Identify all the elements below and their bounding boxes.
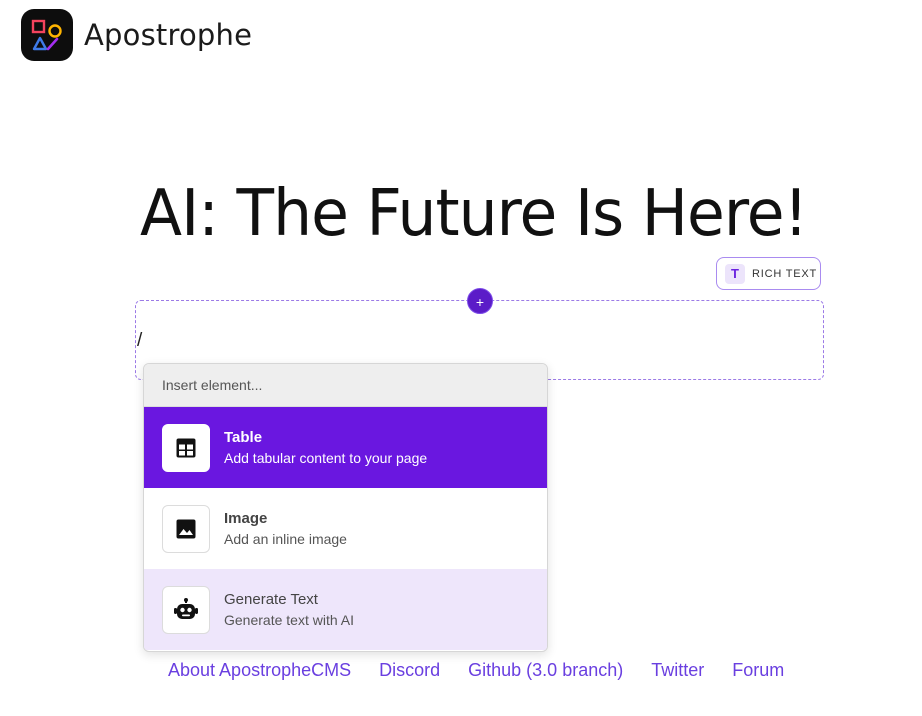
text-icon: T: [725, 263, 745, 284]
footer-link-about[interactable]: About ApostropheCMS: [168, 660, 351, 681]
insert-element-menu: Insert element... Table Add tabular cont…: [143, 363, 548, 652]
rich-text-widget-badge[interactable]: T RICH TEXT: [716, 257, 821, 290]
brand-logo[interactable]: Apostrophe: [21, 9, 252, 61]
robot-icon: [162, 585, 210, 634]
page-title[interactable]: AI: The Future Is Here!: [140, 172, 808, 256]
menu-item-description: Add an inline image: [224, 530, 347, 547]
menu-item-title: Generate Text: [224, 590, 318, 608]
add-widget-button[interactable]: +: [467, 288, 493, 314]
insert-menu-item-table[interactable]: Table Add tabular content to your page: [144, 407, 547, 488]
footer-link-twitter[interactable]: Twitter: [651, 660, 704, 681]
footer-link-discord[interactable]: Discord: [379, 660, 440, 681]
menu-item-title: Table: [224, 428, 263, 446]
footer-link-forum[interactable]: Forum: [732, 660, 784, 681]
apostrophe-logo-icon: [21, 9, 73, 61]
menu-item-description: Generate text with AI: [224, 611, 354, 628]
widget-type-label: RICH TEXT: [752, 267, 818, 280]
editor-content[interactable]: /: [137, 330, 142, 352]
image-icon: [162, 504, 210, 553]
insert-menu-item-generate-text[interactable]: Generate Text Generate text with AI: [144, 569, 547, 650]
insert-element-search[interactable]: Insert element...: [144, 364, 547, 407]
menu-item-description: Add tabular content to your page: [224, 449, 428, 466]
footer-link-github[interactable]: Github (3.0 branch): [468, 660, 623, 681]
table-icon: [162, 423, 210, 472]
footer-links: About ApostropheCMS Discord Github (3.0 …: [168, 660, 812, 681]
menu-item-title: Image: [224, 509, 268, 527]
insert-menu-item-image[interactable]: Image Add an inline image: [144, 488, 547, 569]
page: Apostrophe AI: The Future Is Here! T RIC…: [0, 0, 922, 716]
brand-name: Apostrophe: [84, 18, 253, 52]
